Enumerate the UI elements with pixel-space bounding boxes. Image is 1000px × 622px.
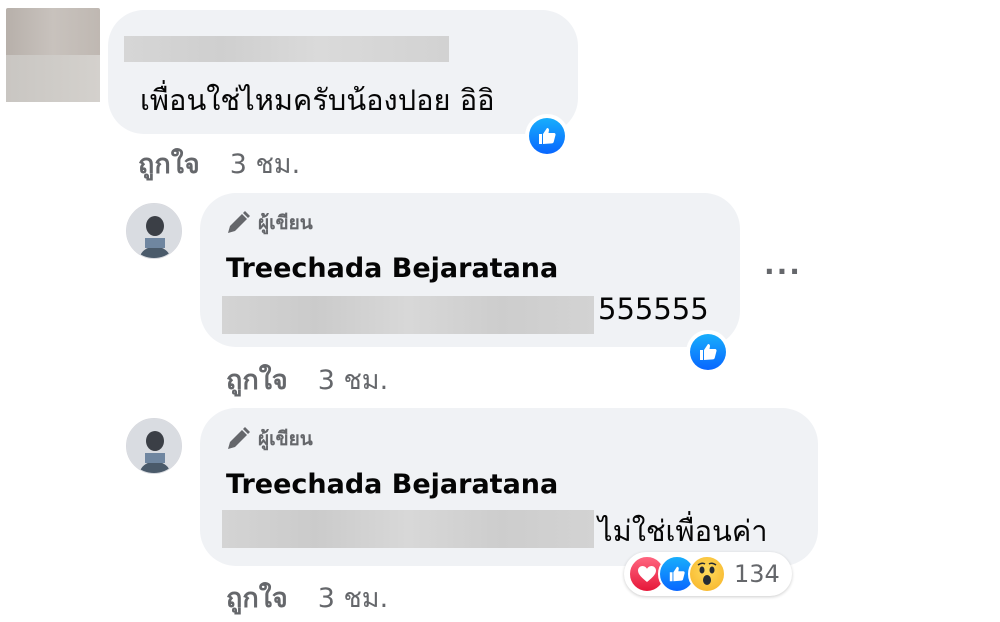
comment-time[interactable]: 3 ชม.: [230, 149, 300, 180]
reply-meta: ถูกใจ 3 ชม.: [226, 576, 388, 619]
author-badge: ผู้เขียน: [224, 424, 313, 454]
comment-like-reaction[interactable]: [525, 114, 569, 158]
author-badge-label: ผู้เขียน: [258, 428, 313, 450]
pencil-icon: [228, 211, 250, 233]
commenter-name-blurred[interactable]: [124, 36, 449, 62]
reply-like-button[interactable]: ถูกใจ: [226, 365, 288, 396]
avatar-image: [127, 204, 181, 258]
reply-meta: ถูกใจ 3 ชม.: [226, 358, 388, 401]
avatar-image: [127, 419, 181, 473]
like-icon: [700, 344, 717, 360]
reply-time[interactable]: 3 ชม.: [318, 365, 388, 396]
author-badge-label: ผู้เขียน: [258, 212, 313, 234]
reply-text-blurred: [222, 296, 594, 334]
reaction-count: 134: [734, 560, 780, 588]
reply-author-avatar[interactable]: [126, 418, 182, 474]
author-badge: ผู้เขียน: [224, 208, 313, 238]
comment-text: เพื่อนใช่ไหมครับน้องปอย อิอิ: [140, 83, 495, 117]
reaction-summary[interactable]: 134: [624, 552, 792, 596]
reply-like-button[interactable]: ถูกใจ: [226, 583, 288, 614]
commenter-avatar-blurred[interactable]: [6, 8, 100, 102]
reply-author-name[interactable]: Treechada Bejaratana: [226, 253, 558, 284]
like-icon: [539, 128, 556, 144]
pencil-icon: [228, 427, 250, 449]
reply-time[interactable]: 3 ชม.: [318, 583, 388, 614]
comment-meta: ถูกใจ 3 ชม.: [138, 142, 300, 185]
reply-text: 555555: [598, 292, 709, 326]
reply-text-blurred: [222, 510, 594, 548]
wow-icon: [688, 555, 726, 593]
more-options-button[interactable]: ···: [764, 255, 802, 288]
reply-text: ไม่ใช่เพื่อนค่า: [598, 514, 768, 548]
reply-author-name[interactable]: Treechada Bejaratana: [226, 469, 558, 500]
reply-author-avatar[interactable]: [126, 203, 182, 259]
comment-like-button[interactable]: ถูกใจ: [138, 149, 200, 180]
reply-like-reaction[interactable]: [686, 330, 730, 374]
